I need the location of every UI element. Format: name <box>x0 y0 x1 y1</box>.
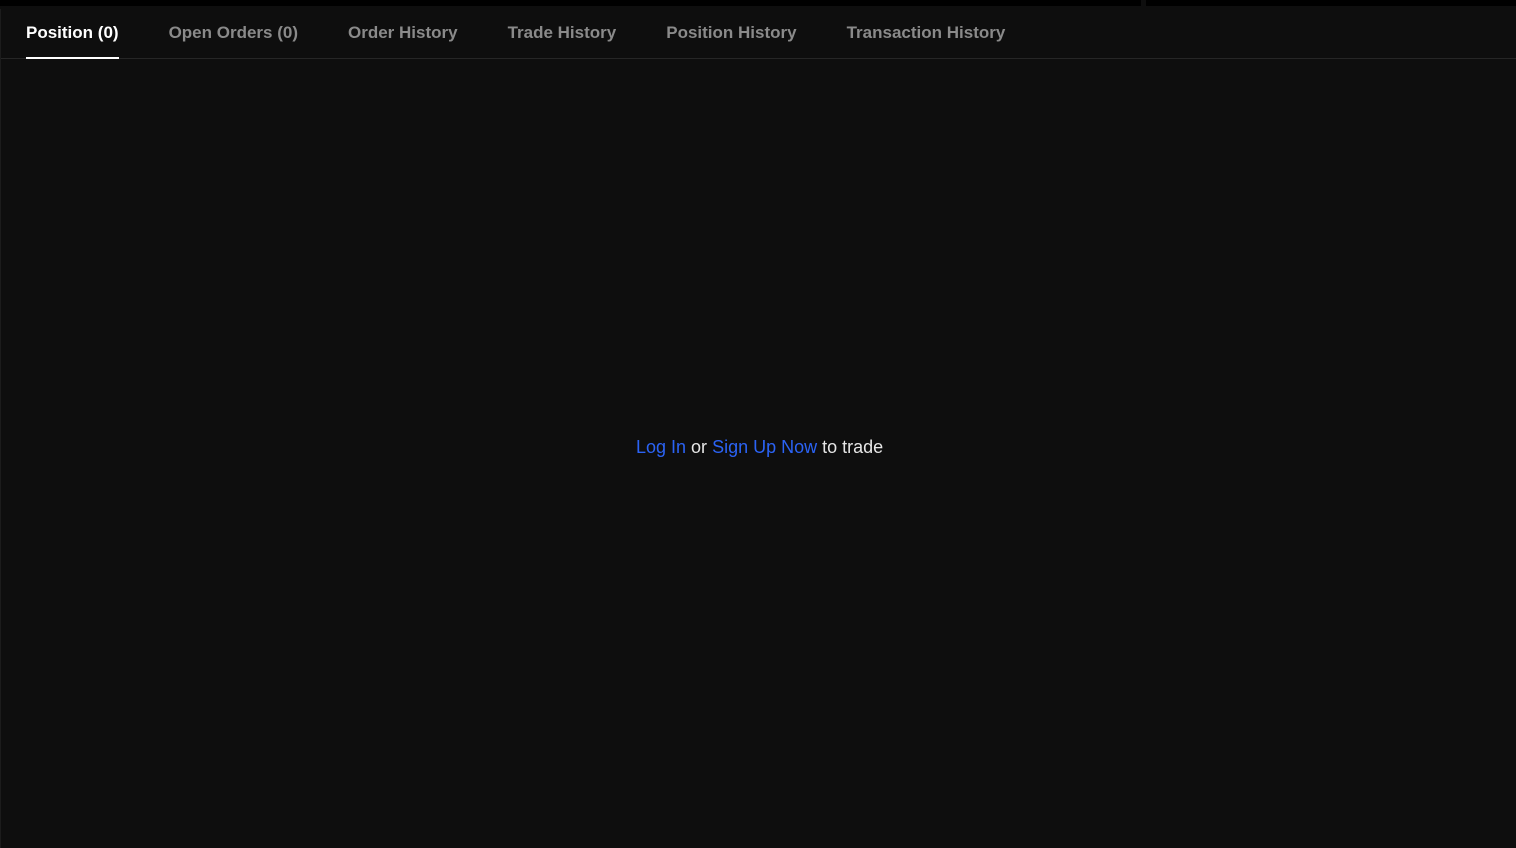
tab-bar: Position (0) Open Orders (0) Order Histo… <box>1 9 1516 59</box>
login-link[interactable]: Log In <box>636 437 686 457</box>
empty-state-text: Log In or Sign Up Now to trade <box>636 435 883 459</box>
top-divider-strip <box>0 0 1516 9</box>
tab-trade-history[interactable]: Trade History <box>508 9 617 58</box>
tab-open-orders[interactable]: Open Orders (0) <box>169 9 298 58</box>
tab-order-history[interactable]: Order History <box>348 9 458 58</box>
top-divider-left <box>0 0 1141 6</box>
to-trade-text: to trade <box>817 437 884 457</box>
top-divider-right <box>1146 0 1516 6</box>
tab-position-history[interactable]: Position History <box>666 9 796 58</box>
tab-position[interactable]: Position (0) <box>26 9 119 59</box>
signup-link[interactable]: Sign Up Now <box>712 437 817 457</box>
positions-panel: Position (0) Open Orders (0) Order Histo… <box>0 9 1516 848</box>
or-text: or <box>686 437 713 457</box>
tab-transaction-history[interactable]: Transaction History <box>847 9 1006 58</box>
